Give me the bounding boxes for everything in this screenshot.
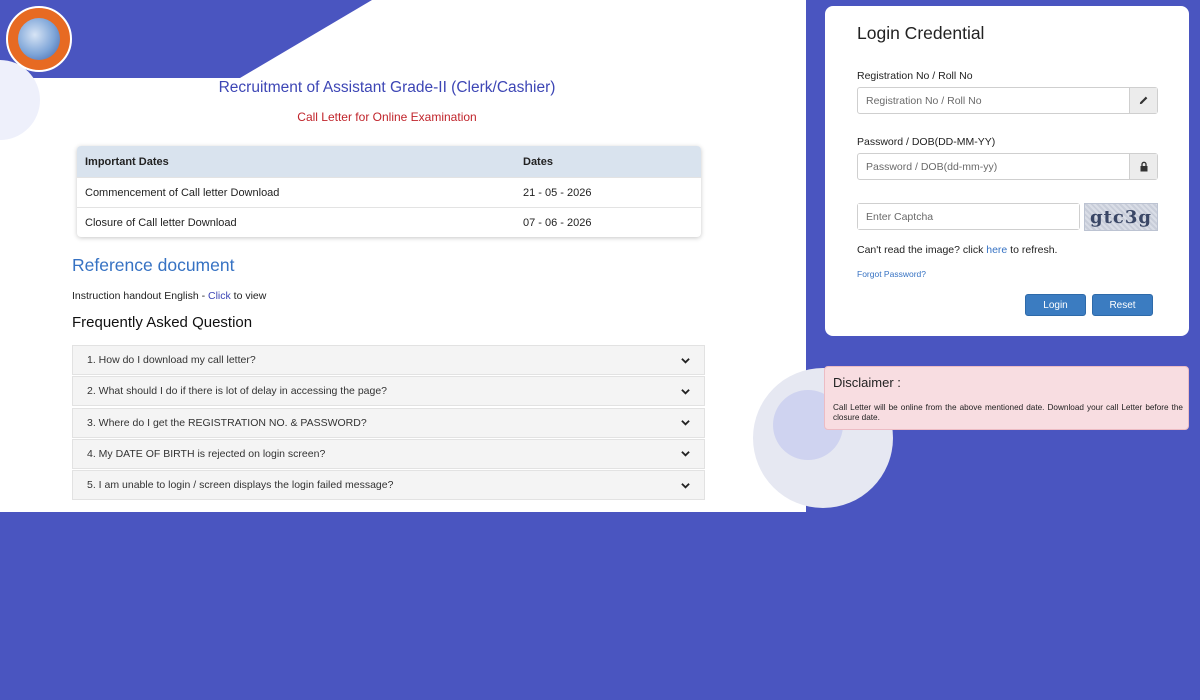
forgot-password-link[interactable]: Forgot Password?	[857, 269, 926, 279]
chevron-down-icon	[681, 388, 690, 395]
chevron-down-icon	[681, 420, 690, 426]
table-row: Closure of Call letter Download 07 - 06 …	[77, 207, 701, 237]
captcha-input[interactable]	[858, 204, 1079, 229]
chevron-down-icon	[681, 482, 690, 489]
password-label: Password / DOB(DD-MM-YY)	[857, 136, 996, 148]
reference-text-after: to view	[230, 290, 267, 302]
captcha-refresh-line: Can't read the image? click here to refr…	[857, 244, 1057, 256]
important-dates-table: Important Dates Dates Commencement of Ca…	[77, 146, 701, 237]
refresh-captcha-link[interactable]: here	[986, 244, 1007, 256]
main-panel: Recruitment of Assistant Grade-II (Clerk…	[0, 0, 806, 512]
reference-heading: Reference document	[72, 255, 235, 275]
table-cell-event: Commencement of Call letter Download	[85, 186, 280, 199]
registration-label: Registration No / Roll No	[857, 70, 973, 82]
pencil-icon	[1129, 88, 1157, 113]
page-subtitle: Call Letter for Online Examination	[297, 110, 477, 124]
page-title: Recruitment of Assistant Grade-II (Clerk…	[218, 79, 556, 96]
captcha-image: gtc3g	[1084, 203, 1158, 231]
registration-input[interactable]	[858, 88, 1129, 113]
reference-line: Instruction handout English - Click to v…	[72, 290, 266, 302]
faq-heading: Frequently Asked Question	[72, 314, 253, 331]
login-button[interactable]: Login	[1025, 294, 1086, 316]
organization-logo	[6, 6, 72, 72]
faq-item[interactable]: 4. My DATE OF BIRTH is rejected on login…	[72, 438, 705, 469]
instruction-handout-link[interactable]: Click	[208, 290, 231, 302]
table-row: Commencement of Call letter Download 21 …	[77, 177, 701, 207]
table-header-row: Important Dates Dates	[77, 146, 701, 177]
disclaimer-box: Disclaimer : Call Letter will be online …	[824, 366, 1189, 430]
chevron-down-icon	[681, 451, 690, 457]
chevron-down-icon	[681, 357, 690, 364]
faq-item[interactable]: 2. What should I do if there is lot of d…	[72, 376, 705, 407]
header-banner	[0, 0, 372, 78]
table-cell-date: 07 - 06 - 2026	[523, 216, 592, 229]
faq-accordion: 1. How do I download my call letter? 2. …	[72, 345, 705, 501]
faq-item[interactable]: 3. Where do I get the REGISTRATION NO. &…	[72, 407, 705, 438]
disclaimer-text: Call Letter will be online from the abov…	[833, 403, 1183, 422]
faq-question: 2. What should I do if there is lot of d…	[87, 385, 388, 398]
faq-question: 4. My DATE OF BIRTH is rejected on login…	[87, 447, 326, 460]
refresh-text-after: to refresh.	[1007, 244, 1058, 256]
column-header: Important Dates	[85, 155, 169, 168]
column-header: Dates	[523, 155, 553, 168]
reset-button[interactable]: Reset	[1092, 294, 1153, 316]
lock-icon	[1129, 154, 1157, 179]
table-cell-date: 21 - 05 - 2026	[523, 186, 592, 199]
login-card: Login Credential Registration No / Roll …	[825, 6, 1189, 336]
faq-question: 5. I am unable to login / screen display…	[87, 479, 394, 492]
handshake-emblem	[18, 18, 60, 60]
faq-question: 1. How do I download my call letter?	[87, 354, 256, 366]
captcha-field	[857, 203, 1080, 230]
faq-item[interactable]: 1. How do I download my call letter?	[72, 345, 705, 375]
password-field	[857, 153, 1158, 180]
password-input[interactable]	[858, 154, 1129, 179]
login-title: Login Credential	[857, 23, 985, 43]
faq-item[interactable]: 5. I am unable to login / screen display…	[72, 470, 705, 501]
table-cell-event: Closure of Call letter Download	[85, 216, 237, 229]
faq-question: 3. Where do I get the REGISTRATION NO. &…	[87, 416, 367, 429]
refresh-text: Can't read the image? click	[857, 244, 987, 256]
disclaimer-title: Disclaimer :	[833, 375, 901, 390]
reference-text: Instruction handout English -	[72, 290, 208, 302]
registration-field	[857, 87, 1158, 114]
